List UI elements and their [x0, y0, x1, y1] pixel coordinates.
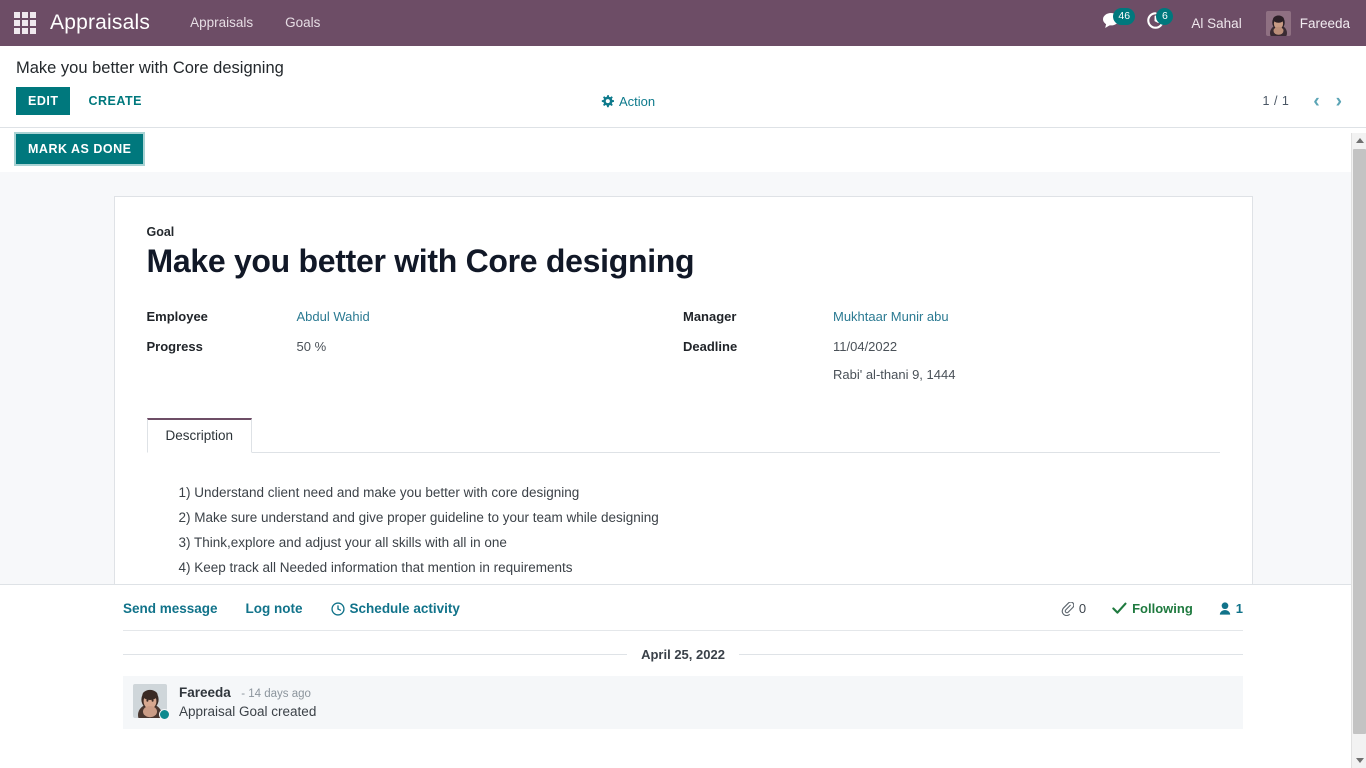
- message-header: Fareeda - 14 days ago: [179, 684, 316, 702]
- message-content: Fareeda - 14 days ago Appraisal Goal cre…: [179, 684, 316, 719]
- navbar-menu: Appraisals Goals: [174, 0, 336, 46]
- sheet-background: Goal Make you better with Core designing…: [0, 172, 1366, 593]
- app-brand-title[interactable]: Appraisals: [46, 11, 160, 35]
- user-icon: [1219, 602, 1231, 616]
- send-message-button[interactable]: Send message: [123, 601, 218, 616]
- message-avatar-wrapper: [133, 684, 170, 721]
- chevron-left-icon[interactable]: ‹: [1305, 92, 1327, 111]
- record-type-label: Goal: [146, 225, 175, 240]
- company-switcher[interactable]: Al Sahal: [1177, 16, 1255, 31]
- check-icon: [1112, 602, 1127, 615]
- attachments-button[interactable]: 0: [1061, 601, 1086, 616]
- scrollbar-thumb[interactable]: [1353, 149, 1366, 734]
- scrollbar-down-arrow[interactable]: [1352, 753, 1366, 768]
- nav-item-appraisals[interactable]: Appraisals: [174, 0, 269, 46]
- chatter-inner: Send message Log note Schedule activity: [123, 601, 1244, 730]
- apps-grid-icon[interactable]: [12, 10, 38, 36]
- nav-item-goals[interactable]: Goals: [269, 0, 336, 46]
- field-employee-value[interactable]: Abdul Wahid: [297, 308, 370, 327]
- field-employee: Employee Abdul Wahid: [147, 308, 684, 327]
- message-item: Fareeda - 14 days ago Appraisal Goal cre…: [123, 676, 1243, 730]
- following-label: Following: [1132, 601, 1193, 617]
- create-button[interactable]: CREATE: [76, 87, 153, 115]
- chatter-right-cluster: 0 Following 1: [1035, 601, 1243, 616]
- main-scroll-region: Goal Make you better with Core designing…: [0, 172, 1366, 730]
- fields-column-left: Employee Abdul Wahid Progress 50 %: [147, 308, 684, 396]
- record-statusbar: MARK AS DONE: [0, 127, 1366, 173]
- followers-button[interactable]: 1: [1219, 601, 1243, 616]
- record-pager: 1 / 1 ‹ ›: [1263, 92, 1350, 111]
- message-author[interactable]: Fareeda: [179, 685, 231, 700]
- avatar: [1265, 10, 1291, 36]
- control-panel: Make you better with Core designing EDIT…: [0, 46, 1366, 128]
- separator-line-right: [738, 654, 1244, 656]
- following-button[interactable]: Following: [1112, 601, 1193, 616]
- clock-icon: [330, 602, 345, 616]
- vertical-scrollbar[interactable]: [1351, 133, 1366, 768]
- mark-as-done-button[interactable]: MARK AS DONE: [13, 132, 146, 167]
- chatter: Send message Log note Schedule activity: [0, 584, 1366, 730]
- followers-count: 1: [1235, 601, 1243, 617]
- field-manager-label: Manager: [683, 309, 737, 325]
- field-progress-label: Progress: [146, 339, 203, 355]
- description-line: 1) Understand client need and make you b…: [178, 484, 580, 500]
- breadcrumb[interactable]: Make you better with Core designing: [16, 46, 1350, 87]
- tab-description[interactable]: Description: [146, 417, 253, 453]
- notebook: Description 1) Understand client need an…: [146, 417, 1220, 578]
- control-panel-buttons-row: EDIT CREATE Action 1 / 1 ‹ ›: [16, 87, 1350, 127]
- notebook-page-description: 1) Understand client need and make you b…: [147, 453, 1220, 578]
- schedule-activity-label: Schedule activity: [349, 601, 460, 617]
- attachments-count: 0: [1078, 601, 1087, 617]
- record-sheet: Goal Make you better with Core designing…: [113, 196, 1253, 593]
- field-deadline-values: 11/04/2022 Rabi' al-thani 9, 1444: [833, 338, 955, 385]
- top-navbar: Appraisals Appraisals Goals 46 6 Al Saha…: [0, 0, 1366, 46]
- chevron-right-icon[interactable]: ›: [1328, 92, 1350, 111]
- field-progress: Progress 50 %: [147, 338, 684, 357]
- field-deadline-value: 11/04/2022: [833, 339, 898, 355]
- field-deadline: Deadline 11/04/2022 Rabi' al-thani 9, 14…: [683, 338, 1220, 385]
- navbar-right-cluster: 46 6 Al Sahal Fareeda: [1091, 0, 1356, 46]
- gear-icon: [601, 94, 614, 108]
- fields-grid: Employee Abdul Wahid Progress 50 % Manag…: [147, 308, 1220, 396]
- separator-line-left: [123, 654, 628, 656]
- description-line: 4) Keep track all Needed information tha…: [178, 560, 573, 576]
- field-manager: Manager Mukhtaar Munir abu: [683, 308, 1220, 327]
- pager-count: 1 / 1: [1262, 94, 1290, 109]
- log-note-button[interactable]: Log note: [246, 601, 303, 616]
- message-timestamp: - 14 days ago: [241, 688, 311, 701]
- activities-button[interactable]: 6: [1134, 0, 1177, 46]
- action-menu-button[interactable]: Action: [601, 94, 655, 109]
- field-deadline-label: Deadline: [683, 339, 738, 355]
- messages-count-badge: 46: [1113, 8, 1136, 25]
- description-line: 2) Make sure understand and give proper …: [178, 509, 659, 525]
- messages-button[interactable]: 46: [1091, 0, 1136, 46]
- paperclip-icon: [1061, 601, 1074, 616]
- schedule-activity-button[interactable]: Schedule activity: [330, 601, 460, 617]
- user-name-label: Fareeda: [1299, 15, 1350, 31]
- message-body: Appraisal Goal created: [179, 704, 317, 720]
- edit-button[interactable]: EDIT: [16, 87, 71, 116]
- record-title: Make you better with Core designing: [146, 243, 695, 280]
- online-status-dot: [159, 709, 170, 721]
- field-progress-value: 50 %: [296, 339, 327, 355]
- activities-count-badge: 6: [1156, 8, 1174, 25]
- description-line: 3) Think,explore and adjust your all ski…: [178, 535, 507, 551]
- scrollbar-up-arrow[interactable]: [1352, 133, 1366, 148]
- fields-column-right: Manager Mukhtaar Munir abu Deadline 11/0…: [683, 308, 1220, 396]
- chatter-topbar: Send message Log note Schedule activity: [123, 601, 1243, 632]
- separator-date-label: April 25, 2022: [641, 647, 725, 663]
- field-manager-value[interactable]: Mukhtaar Munir abu: [833, 308, 949, 327]
- field-deadline-hijri-value: Rabi' al-thani 9, 1444: [833, 366, 956, 382]
- action-menu-label: Action: [619, 93, 656, 109]
- field-employee-label: Employee: [146, 309, 208, 325]
- user-menu[interactable]: Fareeda: [1256, 10, 1356, 36]
- message-date-separator: April 25, 2022: [123, 631, 1244, 672]
- notebook-tabs: Description: [146, 417, 1220, 453]
